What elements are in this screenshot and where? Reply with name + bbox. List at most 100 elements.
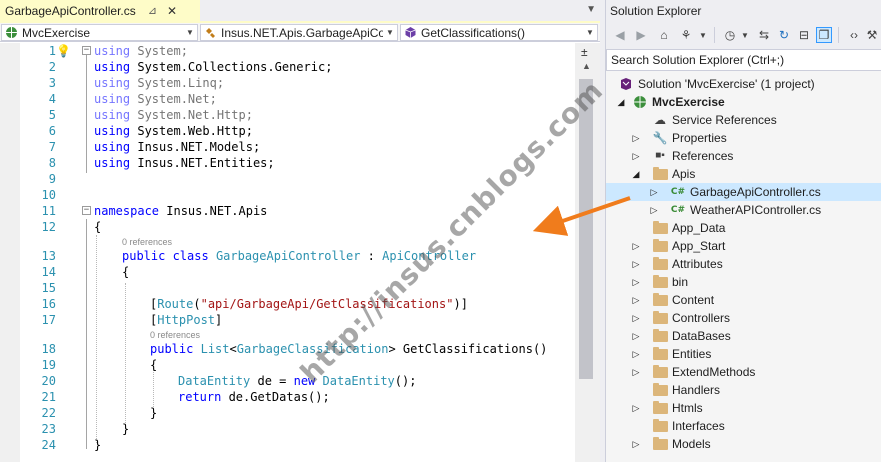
code-text: System.Net; [137, 92, 217, 106]
tree-item[interactable]: ▷ C# WeatherAPIController.cs [606, 201, 881, 219]
folder-icon [652, 328, 668, 343]
code-line: 3 using System.Linq; [0, 75, 575, 91]
tree-item[interactable]: ▷ App_Start [606, 237, 881, 255]
expand-arrow-icon[interactable]: ▷ [631, 237, 641, 255]
code-line: 6 using System.Web.Http; [0, 123, 575, 139]
code-line: 15 [0, 280, 575, 296]
keyword: return [178, 390, 222, 404]
code-text: GetClassifications() [395, 342, 548, 356]
code-text: } [94, 438, 102, 452]
code-line: 18 public List<GarbageClassification> Ge… [0, 341, 575, 357]
code-text-area[interactable]: 💡 1 − using System; 2 using System.Colle… [0, 43, 600, 462]
expand-arrow-icon[interactable]: ▷ [649, 201, 659, 219]
split-window-icon[interactable]: ± [581, 45, 588, 59]
code-text: de = [250, 374, 294, 388]
chevron-down-icon[interactable]: ▼ [737, 27, 753, 43]
tree-item[interactable]: Handlers [606, 381, 881, 399]
csharp-file-icon: C# [670, 205, 686, 215]
code-line: 1 − using System; [0, 43, 575, 59]
tree-item[interactable]: ▷ Attributes [606, 255, 881, 273]
tree-item[interactable]: ▷ ExtendMethods [606, 363, 881, 381]
home-icon[interactable]: ⌂ [656, 27, 672, 43]
tree-item[interactable]: ▷ Htmls [606, 399, 881, 417]
line-number: 13 [41, 249, 56, 263]
tree-item[interactable]: ▷ ■▪ References [606, 147, 881, 165]
expand-arrow-icon[interactable]: ▷ [631, 291, 641, 309]
expand-arrow-icon[interactable]: ▷ [631, 309, 641, 327]
expand-arrow-icon[interactable]: ▷ [631, 399, 641, 417]
tree-item[interactable]: ☁ Service References [606, 111, 881, 129]
switch-views-icon[interactable]: ⚘ [678, 27, 694, 43]
tree-item[interactable]: ▷ C# GarbageApiController.cs [606, 183, 881, 201]
tree-item[interactable]: ◢ MvcExercise [606, 93, 881, 111]
expand-arrow-icon[interactable]: ▷ [631, 345, 641, 363]
code-line: 8 using Insus.NET.Entities; [0, 155, 575, 171]
tree-item[interactable]: ▷ Entities [606, 345, 881, 363]
sync-with-active-document-icon[interactable]: ⇆ [756, 27, 772, 43]
codelens-references[interactable]: 0 references [150, 329, 200, 341]
code-line: 24 } [0, 437, 575, 453]
tree-item-label: App_Data [672, 221, 726, 235]
expand-arrow-icon[interactable]: ▷ [631, 147, 641, 165]
pin-icon[interactable]: ⊿ [148, 4, 157, 17]
tree-item[interactable]: ▷ DataBases [606, 327, 881, 345]
project-combo[interactable]: MvcExercise ▼ [1, 24, 198, 41]
chevron-down-icon[interactable]: ▼ [695, 27, 711, 43]
line-number: 2 [48, 60, 56, 74]
document-tab-strip: GarbageApiController.cs ⊿ ✕ ▼ [0, 0, 600, 21]
close-icon[interactable]: ✕ [167, 4, 177, 18]
view-code-icon[interactable]: ‹› [846, 27, 862, 43]
keyword: using [94, 92, 131, 106]
expand-arrow-icon[interactable]: ▷ [631, 255, 641, 273]
expand-arrow-icon[interactable]: ▷ [631, 435, 641, 453]
scroll-up-icon[interactable]: ▲ [582, 61, 591, 71]
properties-icon[interactable]: ⚒ [864, 27, 880, 43]
collapse-toggle-icon[interactable]: − [82, 206, 91, 215]
collapse-toggle-icon[interactable]: − [82, 46, 91, 55]
solution-explorer-search-input[interactable]: Search Solution Explorer (Ctrl+;) [606, 49, 881, 71]
expand-arrow-icon[interactable]: ▷ [631, 129, 641, 147]
tree-item-label: Htmls [672, 401, 703, 415]
tree-item[interactable]: ▷ Content [606, 291, 881, 309]
folder-icon [652, 238, 668, 253]
show-all-files-icon[interactable]: ❐ [816, 27, 832, 43]
expand-arrow-icon[interactable]: ▷ [631, 327, 641, 345]
expand-arrow-icon[interactable]: ▷ [631, 273, 641, 291]
tree-item[interactable]: ▷ 🔧 Properties [606, 129, 881, 147]
tree-item-label: App_Start [672, 239, 726, 253]
pending-changes-filter-icon[interactable]: ◷ [722, 27, 738, 43]
expand-arrow-icon[interactable]: ▷ [649, 183, 659, 201]
tree-item[interactable]: ▷ bin [606, 273, 881, 291]
solution-explorer-toolbar: ◀ ▶ ⌂ ⚘ ▼ ◷ ▼ ⇆ ↻ ⊟ ❐ ‹› ⚒ [606, 22, 881, 49]
back-icon[interactable]: ◀ [612, 27, 628, 43]
tree-item[interactable]: ◢ Apis [606, 165, 881, 183]
chevron-down-icon: ▼ [186, 28, 194, 37]
member-combo[interactable]: GetClassifications() ▼ [400, 24, 598, 41]
tree-item[interactable]: ▷ Models [606, 435, 881, 453]
expand-arrow-icon[interactable]: ▷ [631, 363, 641, 381]
member-combo-value: GetClassifications() [421, 25, 526, 40]
tree-item-label: Attributes [672, 257, 723, 271]
code-line: 14 { [0, 264, 575, 280]
type-combo-value: Insus.NET.Apis.GarbageApiCo [221, 25, 383, 40]
tree-item-label: bin [672, 275, 689, 289]
collapse-arrow-icon[interactable]: ◢ [631, 165, 641, 183]
collapse-arrow-icon[interactable]: ◢ [616, 93, 626, 111]
refresh-icon[interactable]: ↻ [776, 27, 792, 43]
document-tab-garbageapicontroller[interactable]: GarbageApiController.cs ⊿ ✕ [0, 0, 200, 21]
tab-list-dropdown-icon[interactable]: ▼ [586, 4, 596, 15]
collapse-all-icon[interactable]: ⊟ [796, 27, 812, 43]
forward-icon[interactable]: ▶ [633, 27, 649, 43]
chevron-down-icon: ▼ [586, 28, 594, 37]
tree-item-label: Apis [672, 167, 696, 181]
tree-item[interactable]: ▷ Controllers [606, 309, 881, 327]
tree-item[interactable]: Interfaces [606, 417, 881, 435]
code-editor[interactable]: GarbageApiController.cs ⊿ ✕ ▼ MvcExercis… [0, 0, 600, 462]
tree-item[interactable]: Solution 'MvcExercise' (1 project) [606, 75, 881, 93]
type-combo[interactable]: Insus.NET.Apis.GarbageApiCo ▼ [200, 24, 398, 41]
line-number: 23 [41, 422, 56, 436]
codelens-references[interactable]: 0 references [122, 236, 172, 248]
code-line: 19 { [0, 357, 575, 373]
tree-item[interactable]: App_Data [606, 219, 881, 237]
toolbar-separator [838, 27, 839, 43]
